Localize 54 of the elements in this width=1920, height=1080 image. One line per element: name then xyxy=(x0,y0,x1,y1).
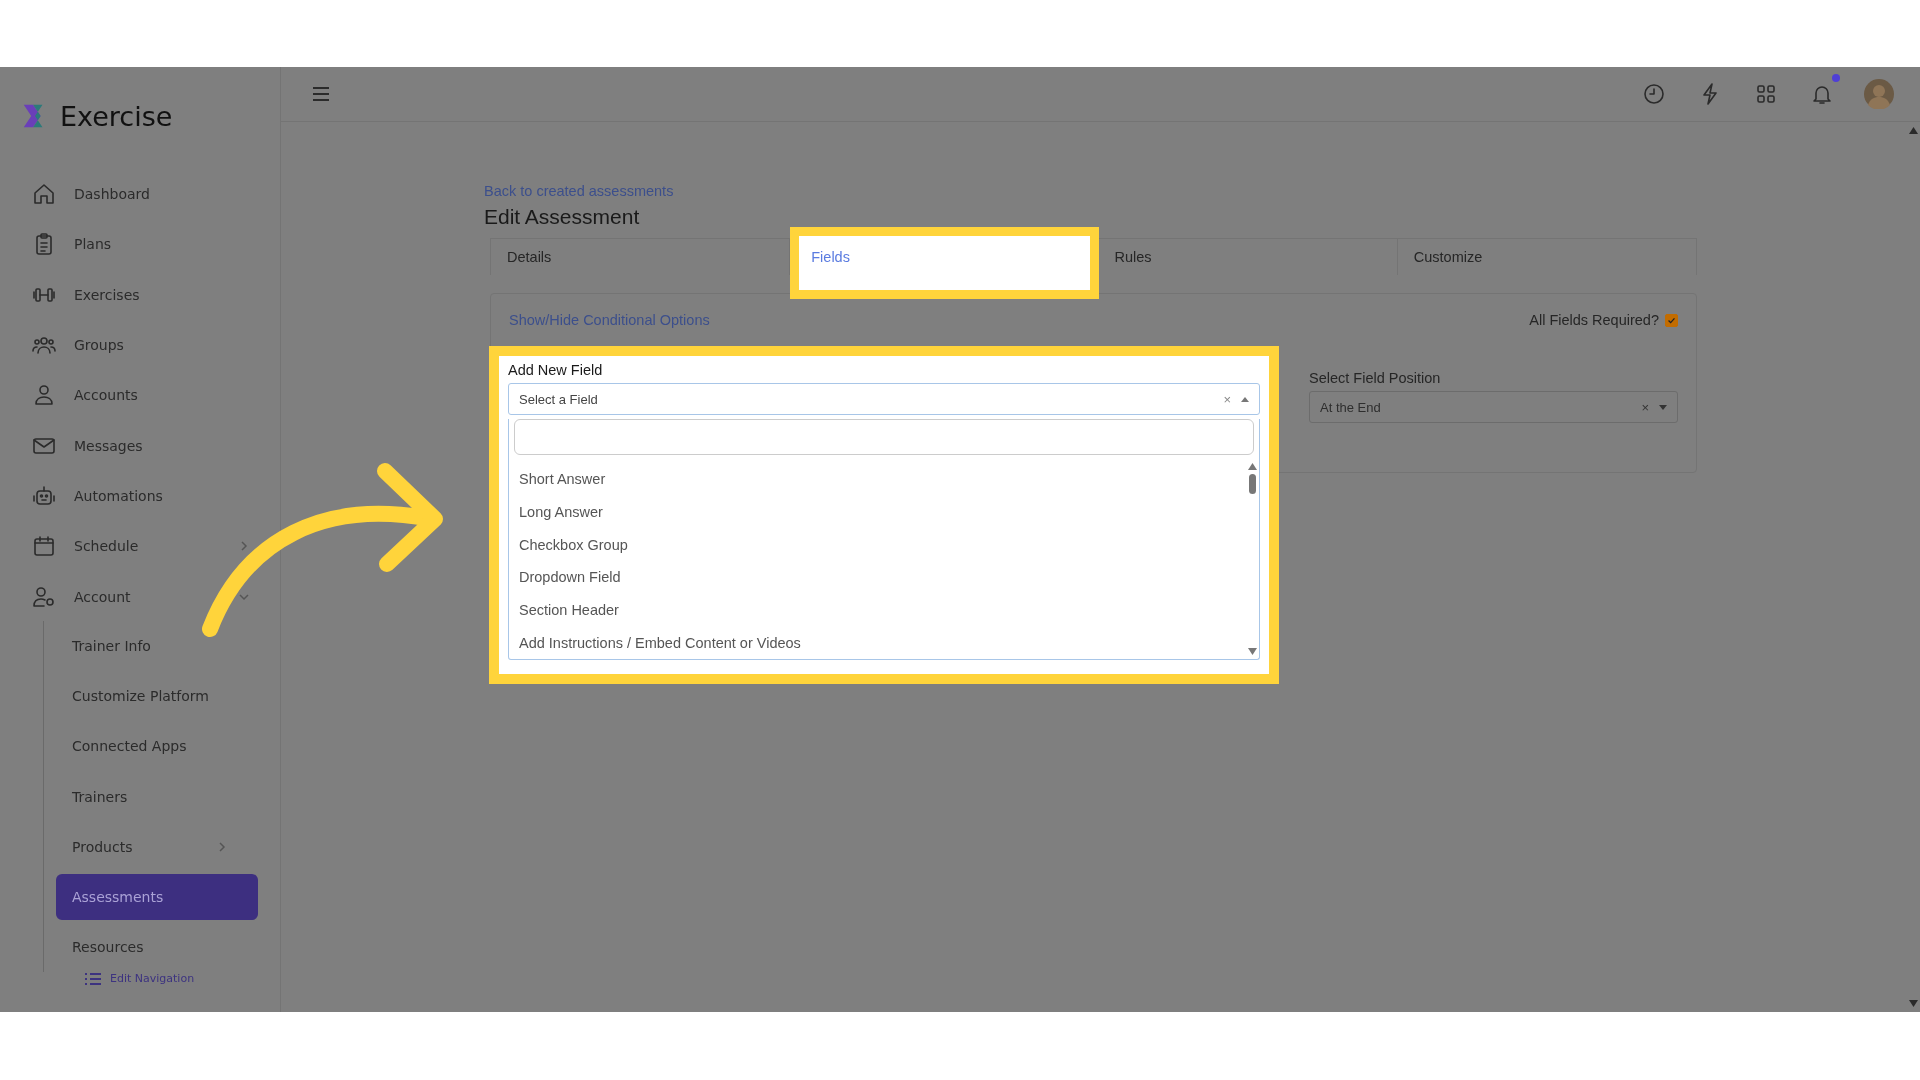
brand-name: Exercise xyxy=(60,100,173,132)
dropdown-option[interactable]: Long Answer xyxy=(509,495,1247,529)
page-title: Edit Assessment xyxy=(484,205,641,229)
search-field[interactable] xyxy=(514,419,1254,455)
nav-item[interactable]: Trainer Info xyxy=(56,620,258,671)
home-icon xyxy=(32,182,56,207)
dropdown-option[interactable]: Short Answer xyxy=(509,463,1247,496)
select-field[interactable]: At the End × xyxy=(1309,391,1678,423)
nav-item[interactable]: Resources xyxy=(56,922,258,973)
scroll-down-icon[interactable] xyxy=(1247,648,1257,655)
select-field[interactable]: Select a Field × xyxy=(508,383,1260,415)
tab[interactable]: Fields xyxy=(790,227,1099,299)
nav-item[interactable]: Products xyxy=(56,821,258,873)
nav-item[interactable]: Assessments xyxy=(56,874,258,921)
nav-item[interactable]: Dashboard xyxy=(0,169,280,220)
person-gear-icon xyxy=(32,584,56,609)
clear-button[interactable]: × xyxy=(1223,391,1231,407)
scroll-up-icon[interactable] xyxy=(1908,127,1918,134)
back-link[interactable]: Back to created assessments xyxy=(484,183,674,199)
checkbox[interactable] xyxy=(1665,313,1678,327)
nav-item[interactable]: Trainers xyxy=(56,771,258,822)
dropdown-option[interactable]: Add Instructions / Embed Content or Videos xyxy=(509,627,1247,660)
field-label: Select Field Position xyxy=(1309,370,1442,386)
nav-item[interactable]: Connected Apps xyxy=(56,721,258,772)
nav-item[interactable]: Plans xyxy=(0,219,280,270)
nav-item[interactable]: Schedule xyxy=(0,521,280,572)
nav-item[interactable]: Automations xyxy=(0,470,280,522)
grid-icon[interactable] xyxy=(1754,82,1778,106)
nav-item[interactable]: Groups xyxy=(0,319,280,371)
caret-up-icon xyxy=(1241,396,1249,402)
clock-icon[interactable] xyxy=(1642,82,1666,106)
conditional-options-link[interactable]: Show/Hide Conditional Options xyxy=(509,312,710,328)
scroll-down-icon[interactable] xyxy=(1908,1000,1918,1007)
field-label: Add New Field xyxy=(508,362,604,378)
nav-item[interactable]: Account xyxy=(0,571,280,622)
nav-item[interactable]: Accounts xyxy=(0,370,280,421)
tab[interactable]: Rules xyxy=(1098,239,1398,275)
caret-down-icon xyxy=(1659,404,1667,410)
calendar-icon xyxy=(32,534,56,559)
clear-button[interactable]: × xyxy=(1641,399,1649,415)
person-icon xyxy=(32,383,56,408)
nav-item[interactable]: Customize Platform xyxy=(56,670,258,722)
edit-navigation-link[interactable]: Edit Navigation xyxy=(110,973,195,986)
nav-item[interactable]: Exercises xyxy=(0,269,280,320)
checkbox-label: All Fields Required? xyxy=(1529,312,1659,328)
dropdown-option[interactable]: Checkbox Group xyxy=(509,528,1247,562)
tab[interactable]: Customize xyxy=(1397,239,1696,275)
dropdown-option[interactable]: Section Header xyxy=(509,594,1247,627)
robot-icon xyxy=(32,483,56,508)
list-icon xyxy=(84,972,102,987)
scroll-thumb[interactable] xyxy=(1248,474,1256,494)
nav-item[interactable]: Messages xyxy=(0,420,280,471)
scroll-up-icon[interactable] xyxy=(1247,463,1257,470)
dropdown-option[interactable]: Dropdown Field xyxy=(509,561,1247,595)
